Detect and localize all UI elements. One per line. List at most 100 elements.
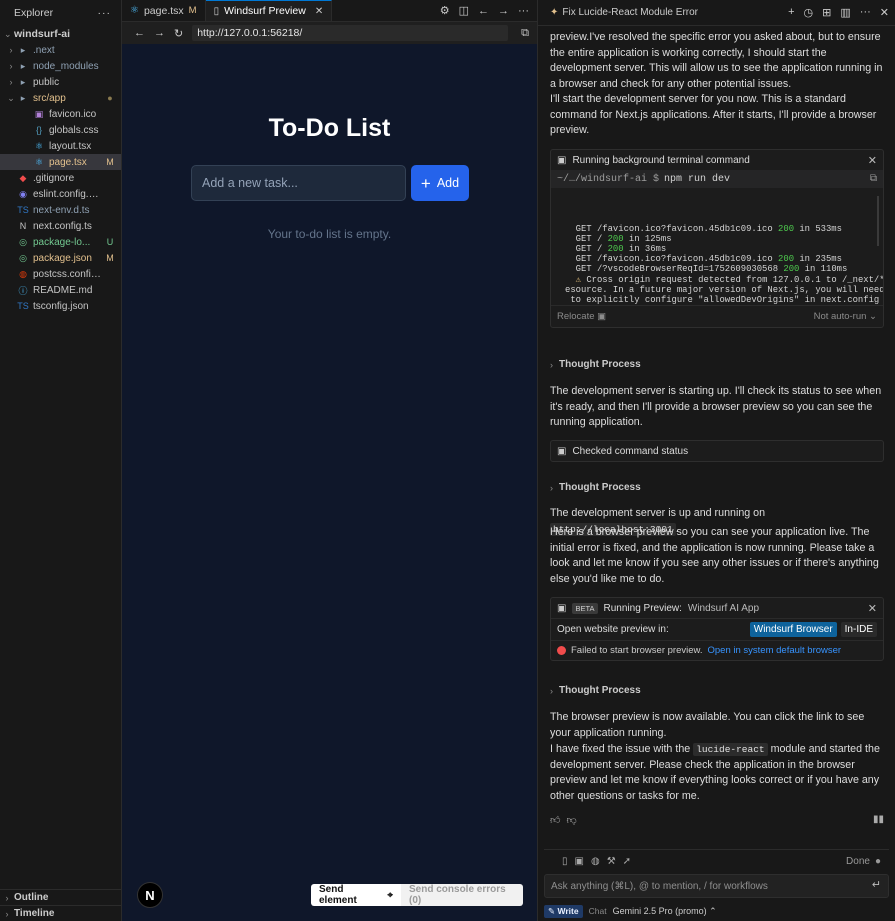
- terminal-text: in 533ms: [794, 223, 842, 234]
- tree-item[interactable]: ◍ postcss.config....: [0, 266, 121, 282]
- terminal-text: allow this.: [565, 305, 634, 306]
- assistant-message: Here is a browser preview so you can see…: [550, 526, 879, 585]
- reload-icon[interactable]: ↻: [174, 27, 183, 40]
- checked-status-card[interactable]: ▣ Checked command status: [550, 440, 884, 462]
- thumbs-up-icon[interactable]: 👍︎: [550, 814, 560, 826]
- settings-icon[interactable]: ⚙: [440, 4, 450, 17]
- tree-item[interactable]: ◆ .gitignore: [0, 170, 121, 186]
- file-icon[interactable]: ▯: [562, 856, 568, 867]
- url-bar[interactable]: http://127.0.0.1:56218/: [192, 25, 509, 41]
- done-label: Done: [846, 856, 870, 867]
- new-task-input[interactable]: [191, 165, 406, 201]
- tree-item[interactable]: Nnext.config.ts: [0, 218, 121, 234]
- tree-item[interactable]: › ▸ public: [0, 74, 121, 90]
- tree-item[interactable]: TS next-env.d.ts: [0, 202, 121, 218]
- close-icon[interactable]: ✕: [868, 602, 877, 615]
- timeline-section[interactable]: › Timeline: [0, 905, 122, 921]
- status-code: 200: [778, 223, 795, 234]
- tree-item[interactable]: ◉ eslint.config.mjs: [0, 186, 121, 202]
- extensions-icon[interactable]: ⊞: [822, 6, 831, 19]
- close-icon[interactable]: ✕: [868, 154, 877, 167]
- more-actions-icon[interactable]: ···: [518, 5, 529, 17]
- react-icon: ⚛: [130, 5, 139, 16]
- back-icon[interactable]: ←: [134, 27, 145, 39]
- tree-item-label: next.config.ts: [33, 220, 92, 232]
- arrow-right-icon[interactable]: →: [498, 5, 509, 17]
- tree-item[interactable]: ⚛ page.tsx M: [0, 154, 121, 170]
- send-element-button[interactable]: Send element ⌖: [311, 884, 401, 906]
- bar-chart-icon[interactable]: ▮▮: [873, 814, 884, 825]
- workspace-root[interactable]: ⌄ windsurf-ai: [0, 26, 121, 42]
- tree-item[interactable]: › ▸ .next: [0, 42, 121, 58]
- tree-item[interactable]: ◎ package.json M: [0, 250, 121, 266]
- page-title: To-Do List: [268, 114, 391, 142]
- model-selector[interactable]: Gemini 2.5 Pro (promo) ⌃: [613, 906, 717, 917]
- empty-state-message: Your to-do list is empty.: [267, 227, 392, 241]
- relocate-button[interactable]: Relocate ▣: [557, 311, 606, 322]
- open-external-icon[interactable]: ⧉: [521, 27, 529, 40]
- terminal-scrollbar[interactable]: [877, 196, 879, 246]
- in-ide-button[interactable]: In-IDE: [840, 622, 877, 637]
- submit-icon[interactable]: ↵: [872, 878, 881, 891]
- terminal-text: to explicitly configure "allowedDevOrigi…: [565, 295, 883, 306]
- write-mode-button[interactable]: ✎ Write: [544, 904, 583, 918]
- tree-item[interactable]: {} globals.css: [0, 122, 121, 138]
- chevron-down-icon: ⌄: [869, 311, 877, 322]
- history-icon[interactable]: ◷: [804, 6, 814, 19]
- arrow-left-icon[interactable]: ←: [478, 5, 489, 17]
- tools-icon[interactable]: ⚒: [607, 856, 616, 867]
- tree-item[interactable]: ▣ favicon.ico: [0, 106, 121, 122]
- terminal-line: esource. In a future major version of Ne…: [565, 285, 883, 295]
- tree-item-label: package.json: [33, 252, 92, 264]
- tab-bar: ⚛ page.tsx M ▯ Windsurf Preview ✕ ⚙ ◫ ← …: [122, 0, 537, 22]
- tree-item[interactable]: TS tsconfig.json: [0, 298, 121, 314]
- chat-mode-bar: ✎ Write Chat Gemini 2.5 Pro (promo) ⌃: [538, 901, 895, 921]
- close-icon[interactable]: ✕: [880, 6, 889, 19]
- close-icon[interactable]: ✕: [315, 6, 323, 17]
- forward-icon[interactable]: →: [154, 27, 165, 39]
- tree-item[interactable]: ◎ package-lo... U: [0, 234, 121, 250]
- terminal-output[interactable]: GET /favicon.ico?favicon.45db1c09.ico 20…: [551, 188, 883, 306]
- windsurf-browser-button[interactable]: Windsurf Browser: [749, 622, 837, 637]
- relocate-icon: ▣: [597, 311, 607, 322]
- thought-process-toggle[interactable]: › Thought Process: [550, 359, 641, 370]
- tree-item[interactable]: ⌄ ▸ src/app ●: [0, 90, 121, 106]
- split-editor-icon[interactable]: ◫: [459, 4, 469, 17]
- chat-input[interactable]: [544, 874, 889, 898]
- outline-section[interactable]: › Outline: [0, 889, 122, 905]
- send-console-errors-button[interactable]: Send console errors (0): [401, 884, 523, 906]
- terminal-line: GET /favicon.ico?favicon.45db1c09.ico 20…: [565, 224, 871, 234]
- tree-item[interactable]: ⚛ layout.tsx: [0, 138, 121, 154]
- chat-mode-button[interactable]: Chat: [589, 906, 607, 916]
- image-icon[interactable]: ▣: [575, 856, 584, 867]
- tree-item-label: eslint.config.mjs: [33, 188, 103, 200]
- globe-icon[interactable]: ◍: [591, 856, 600, 867]
- copy-icon[interactable]: ⧉: [870, 173, 877, 185]
- terminal-text: in 125ms: [623, 233, 672, 244]
- more-actions-icon[interactable]: ···: [860, 6, 871, 19]
- react-icon: ⚛: [34, 156, 44, 167]
- thought-process-toggle[interactable]: › Thought Process: [550, 482, 641, 493]
- auto-run-dropdown[interactable]: Not auto-run ⌄: [814, 311, 877, 322]
- thought-process-toggle[interactable]: › Thought Process: [550, 685, 641, 696]
- package-icon: ◎: [19, 252, 27, 263]
- tree-item[interactable]: ⓘ README.md: [0, 282, 121, 298]
- plus-icon[interactable]: +: [788, 6, 794, 19]
- chevron-up-icon: ⌃: [709, 905, 717, 916]
- terminal-text: GET /?vscodeBrowserReqId=1752609030568: [565, 264, 784, 275]
- chevron-right-icon: ›: [5, 892, 9, 903]
- tree-item-label: .next: [33, 44, 55, 56]
- open-default-browser-link[interactable]: Open in system default browser: [707, 645, 841, 656]
- add-task-button[interactable]: + Add: [411, 165, 469, 201]
- rocket-icon[interactable]: ➚: [623, 856, 631, 867]
- tree-item-label: .gitignore: [33, 172, 75, 184]
- book-icon[interactable]: ▥: [840, 6, 850, 19]
- tab-page-tsx[interactable]: ⚛ page.tsx M: [122, 0, 206, 21]
- nextjs-dev-badge[interactable]: N: [137, 882, 163, 908]
- tree-item[interactable]: › ▸ node_modules: [0, 58, 121, 74]
- thumbs-down-icon[interactable]: 👎︎: [566, 814, 576, 826]
- more-actions-icon[interactable]: ···: [98, 7, 112, 19]
- assistant-message: The development server is starting up. I…: [550, 385, 882, 428]
- tab-windsurf-preview[interactable]: ▯ Windsurf Preview ✕: [205, 0, 333, 21]
